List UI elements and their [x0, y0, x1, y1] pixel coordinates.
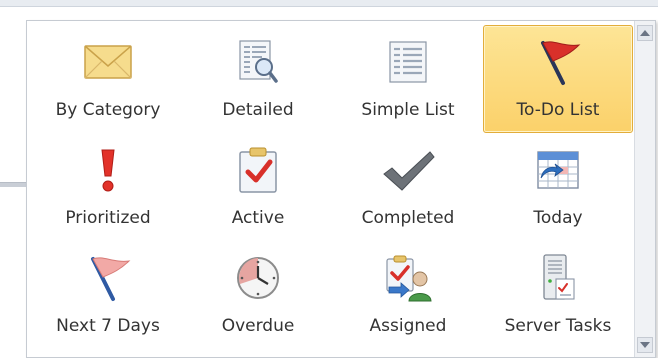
view-by-category[interactable]: By Category	[33, 25, 183, 133]
view-detailed[interactable]: Detailed	[183, 25, 333, 133]
scroll-up-button[interactable]	[637, 25, 653, 41]
view-next-7-days[interactable]: Next 7 Days	[33, 241, 183, 349]
view-label: Assigned	[369, 316, 447, 336]
ribbon-strip	[0, 0, 658, 7]
exclamation-icon	[80, 144, 136, 196]
view-overdue[interactable]: Overdue	[183, 241, 333, 349]
chevron-down-icon	[640, 342, 650, 348]
pink-flag-icon	[80, 252, 136, 304]
clipboard-check-icon	[230, 144, 286, 196]
checkmark-icon	[380, 144, 436, 196]
view-label: Next 7 Days	[56, 316, 160, 336]
view-active[interactable]: Active	[183, 133, 333, 241]
gallery-scrollbar[interactable]	[634, 21, 655, 357]
view-label: Server Tasks	[504, 316, 612, 336]
view-label: Completed	[361, 208, 455, 228]
envelope-icon	[80, 36, 136, 88]
view-gallery: By Category Detailed Simple List To-Do L…	[26, 20, 656, 358]
view-label: Today	[533, 208, 583, 228]
assigned-user-icon	[380, 252, 436, 304]
view-simple-list[interactable]: Simple List	[333, 25, 483, 133]
calendar-today-icon	[530, 144, 586, 196]
view-label: To-Do List	[516, 100, 600, 120]
simple-list-icon	[380, 36, 436, 88]
view-label: Overdue	[221, 316, 295, 336]
view-grid: By Category Detailed Simple List To-Do L…	[33, 25, 633, 351]
scroll-down-button[interactable]	[637, 337, 653, 353]
chevron-up-icon	[640, 30, 650, 36]
detailed-view-icon	[230, 36, 286, 88]
view-label: Detailed	[222, 100, 294, 120]
view-today[interactable]: Today	[483, 133, 633, 241]
view-assigned[interactable]: Assigned	[333, 241, 483, 349]
view-label: By Category	[55, 100, 161, 120]
view-completed[interactable]: Completed	[333, 133, 483, 241]
view-to-do-list[interactable]: To-Do List	[483, 25, 633, 133]
red-flag-icon	[530, 36, 586, 88]
view-label: Active	[231, 208, 285, 228]
ribbon-separator	[0, 182, 26, 187]
view-server-tasks[interactable]: Server Tasks	[483, 241, 633, 349]
clock-icon	[230, 252, 286, 304]
server-tasks-icon	[530, 252, 586, 304]
view-label: Simple List	[361, 100, 455, 120]
view-label: Prioritized	[65, 208, 151, 228]
view-prioritized[interactable]: Prioritized	[33, 133, 183, 241]
